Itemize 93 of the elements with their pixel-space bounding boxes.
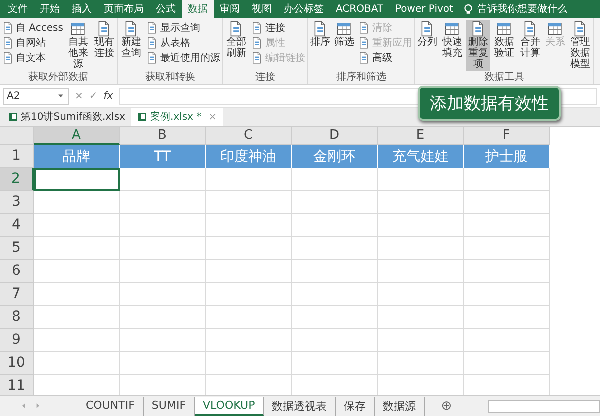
- workbook-icon: [8, 112, 18, 122]
- ribbon-button[interactable]: 合并计算: [518, 20, 542, 60]
- column-header[interactable]: F: [464, 127, 550, 145]
- table-icon: [70, 21, 86, 37]
- ribbon-tab[interactable]: 文件: [2, 0, 34, 18]
- row-header[interactable]: 11: [0, 375, 34, 395]
- lightbulb-icon: [463, 4, 474, 14]
- sheet-tab[interactable]: 数据源: [375, 396, 426, 416]
- row-header[interactable]: 6: [0, 260, 34, 283]
- row-header[interactable]: 9: [0, 329, 34, 352]
- table-icon: [336, 21, 352, 37]
- sheet-tab[interactable]: 数据透视表: [264, 396, 336, 416]
- document-icon: [251, 22, 264, 34]
- row-header[interactable]: 7: [0, 283, 34, 306]
- ribbon-button[interactable]: 自 Access: [1, 20, 64, 35]
- table-cell: 金刚环: [292, 145, 378, 168]
- ribbon-button[interactable]: 分列: [416, 20, 438, 49]
- column-header[interactable]: C: [206, 127, 292, 145]
- ribbon-tab[interactable]: 插入: [66, 0, 98, 18]
- ribbon-button[interactable]: 排序: [309, 20, 332, 49]
- ribbon-button[interactable]: 现有连接: [92, 20, 116, 60]
- ribbon-tab[interactable]: 视图: [246, 0, 278, 18]
- name-box[interactable]: A2: [3, 88, 69, 104]
- next-icon: [34, 402, 42, 410]
- scrollbar[interactable]: [488, 400, 600, 412]
- group-label: 连接: [254, 72, 276, 84]
- table-icon: [496, 21, 512, 37]
- ribbon-tab[interactable]: 数据: [182, 0, 214, 18]
- ribbon-button[interactable]: 连接: [250, 20, 306, 35]
- ribbon-button[interactable]: 自网站: [1, 35, 64, 50]
- document-icon: [358, 52, 370, 64]
- document-icon: [358, 36, 370, 48]
- row-header[interactable]: 1: [0, 145, 34, 168]
- group-label: 获取外部数据: [28, 72, 90, 84]
- document-icon: [146, 22, 158, 34]
- ribbon-button[interactable]: 自其他来源: [66, 20, 90, 71]
- row-header[interactable]: 3: [0, 191, 34, 214]
- row-header[interactable]: 4: [0, 214, 34, 237]
- ribbon-tab[interactable]: 审阅: [214, 0, 246, 18]
- workbook-icon: [137, 112, 148, 122]
- ribbon-tab[interactable]: 开始: [34, 0, 66, 18]
- previous-icon: [20, 402, 28, 410]
- dropdown-icon: [57, 92, 65, 100]
- active-cell[interactable]: [34, 168, 120, 191]
- ribbon-button[interactable]: 显示查询: [145, 20, 222, 35]
- tell-me-field[interactable]: 告诉我你想要做什么: [459, 0, 572, 18]
- ribbon-button[interactable]: 最近使用的源: [145, 50, 222, 65]
- group-label: 排序和筛选: [335, 72, 388, 84]
- document-icon: [358, 22, 370, 34]
- ribbon-tab[interactable]: Power Pivot: [390, 0, 460, 18]
- ribbon-button[interactable]: 全部刷新: [224, 20, 248, 60]
- ribbon-tab[interactable]: 页面布局: [98, 0, 150, 18]
- group-label: 数据工具: [483, 72, 526, 84]
- tooltip: 添加数据有效性: [418, 86, 561, 121]
- table-cell: 充气娃娃: [378, 145, 464, 168]
- column-header[interactable]: A: [34, 127, 120, 145]
- group-label: 获取和转换: [144, 72, 196, 84]
- insert-function-button[interactable]: fx: [104, 90, 114, 102]
- table-cell: 印度神油: [206, 145, 292, 168]
- table-icon: [444, 21, 460, 37]
- ribbon-button[interactable]: 快速填充: [440, 20, 464, 60]
- ribbon-button[interactable]: 管理数据模型: [568, 20, 592, 71]
- ribbon-tab[interactable]: 办公标签: [278, 0, 330, 18]
- document-icon: [251, 36, 264, 48]
- table-cell: 护士服: [464, 145, 550, 168]
- workbook-tab[interactable]: 第10讲Sumif函数.xlsx: [2, 108, 132, 126]
- sheet-tab[interactable]: VLOOKUP: [195, 396, 264, 416]
- ribbon-tab[interactable]: ACROBAT: [330, 0, 390, 18]
- ribbon-button[interactable]: 数据验证: [492, 20, 516, 60]
- document-icon: [251, 52, 264, 64]
- ribbon-button[interactable]: 新建查询: [119, 20, 144, 60]
- ribbon-tab[interactable]: 公式: [150, 0, 182, 18]
- sheet-tab[interactable]: 保存: [336, 396, 376, 416]
- table-icon: [547, 21, 564, 37]
- column-header[interactable]: B: [120, 127, 206, 145]
- table-cell: 品牌: [34, 145, 120, 168]
- row-header[interactable]: 5: [0, 237, 34, 260]
- ribbon-button[interactable]: 筛选: [333, 20, 356, 49]
- add-sheet-button[interactable]: ⊕: [441, 398, 452, 414]
- document-icon: [146, 52, 158, 64]
- column-header[interactable]: E: [378, 127, 464, 145]
- ribbon-button[interactable]: 从表格: [145, 35, 222, 50]
- row-header[interactable]: 2: [0, 168, 34, 191]
- ribbon-button[interactable]: 高级: [357, 50, 414, 65]
- column-header[interactable]: D: [292, 127, 378, 145]
- ribbon-button[interactable]: 自文本: [1, 50, 64, 65]
- document-icon: [146, 36, 158, 48]
- workbook-tab[interactable]: 案例.xlsx * ×: [131, 108, 224, 126]
- row-header[interactable]: 8: [0, 306, 34, 329]
- ribbon-button[interactable]: 删除重复项: [466, 20, 490, 71]
- row-header[interactable]: 10: [0, 352, 34, 375]
- table-cell: TT: [120, 145, 206, 168]
- sheet-tab[interactable]: COUNTIF: [78, 396, 144, 416]
